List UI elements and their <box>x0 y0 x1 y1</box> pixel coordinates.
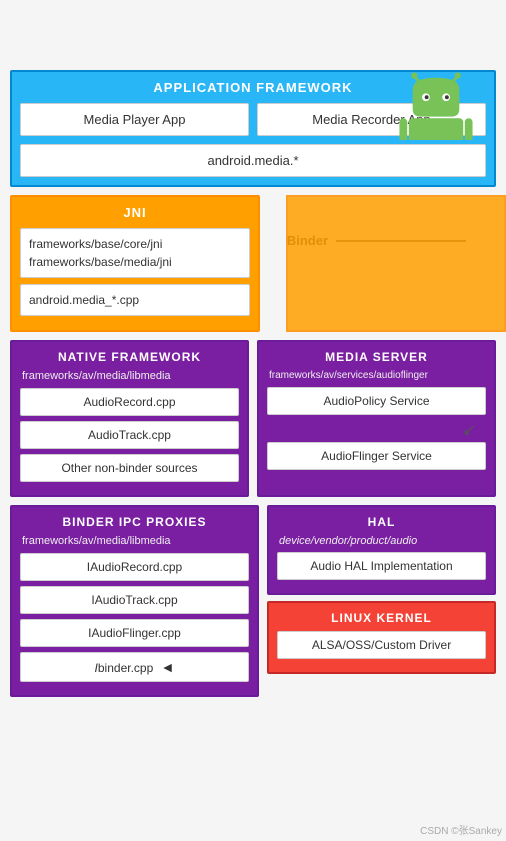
native-framework-path: frameworks/av/media/libmedia <box>20 370 239 382</box>
linux-kernel-title: LINUX KERNEL <box>277 611 486 625</box>
ibinder-cpp-box: Ibinder.cpp ◄ <box>20 652 249 682</box>
android-logo <box>396 70 476 140</box>
watermark: CSDN ©张Sankey <box>420 822 502 837</box>
native-framework-section: NATIVE FRAMEWORK frameworks/av/media/lib… <box>10 340 249 497</box>
bottom-row: BINDER IPC PROXIES frameworks/av/media/l… <box>0 505 506 697</box>
jni-frameworks-media: frameworks/base/media/jni <box>29 253 241 271</box>
arrow-between-services: ↙ <box>267 420 486 440</box>
audio-hal-impl-box: Audio HAL Implementation <box>277 552 486 580</box>
jni-section: JNI frameworks/base/core/jni frameworks/… <box>10 195 260 332</box>
hal-path: device/vendor/product/audio <box>277 535 486 547</box>
native-framework-title: NATIVE FRAMEWORK <box>20 350 239 364</box>
jni-frameworks-core: frameworks/base/core/jni <box>29 235 241 253</box>
linux-kernel-section: LINUX KERNEL ALSA/OSS/Custom Driver <box>267 601 496 674</box>
binder-ipc-title: BINDER IPC PROXIES <box>20 515 249 529</box>
media-server-title: MEDIA SERVER <box>267 350 486 364</box>
ibinder-cpp-label: Ibinder.cpp <box>95 661 154 675</box>
hal-linux-column: HAL device/vendor/product/audio Audio HA… <box>267 505 496 697</box>
jni-title: JNI <box>20 205 250 220</box>
audio-record-cpp-box: AudioRecord.cpp <box>20 388 239 416</box>
audio-track-cpp-box: AudioTrack.cpp <box>20 421 239 449</box>
media-player-app-box: Media Player App <box>20 103 249 136</box>
alsa-driver-box: ALSA/OSS/Custom Driver <box>277 631 486 659</box>
iaudio-flinger-cpp-box: IAudioFlinger.cpp <box>20 619 249 647</box>
binder-ipc-path: frameworks/av/media/libmedia <box>20 535 249 547</box>
iaudio-record-cpp-box: IAudioRecord.cpp <box>20 553 249 581</box>
middle-row: NATIVE FRAMEWORK frameworks/av/media/lib… <box>0 340 506 497</box>
iaudio-track-cpp-box: IAudioTrack.cpp <box>20 586 249 614</box>
jni-binder-row: JNI frameworks/base/core/jni frameworks/… <box>0 195 506 332</box>
binder-ipc-section: BINDER IPC PROXIES frameworks/av/media/l… <box>10 505 259 697</box>
media-server-path: frameworks/av/services/audioflinger <box>267 370 486 381</box>
audio-policy-service-box: AudioPolicy Service <box>267 387 486 415</box>
jni-frameworks-box: frameworks/base/core/jni frameworks/base… <box>20 228 250 278</box>
ibinder-arrow: ◄ <box>161 659 175 675</box>
other-non-binder-box: Other non-binder sources <box>20 454 239 482</box>
android-media-box: android.media.* <box>20 144 486 177</box>
audio-flinger-service-box: AudioFlinger Service <box>267 442 486 470</box>
media-server-section: MEDIA SERVER frameworks/av/services/audi… <box>257 340 496 497</box>
jni-android-media-cpp-box: android.media_*.cpp <box>20 284 250 316</box>
binder-orange-strip <box>286 195 506 332</box>
hal-section: HAL device/vendor/product/audio Audio HA… <box>267 505 496 595</box>
hal-title: HAL <box>277 515 486 529</box>
